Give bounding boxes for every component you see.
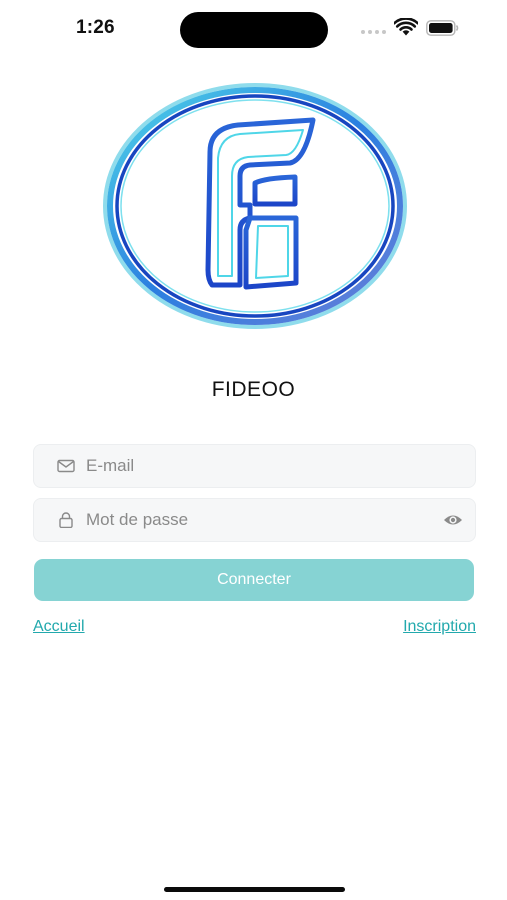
mail-icon: [57, 459, 75, 473]
cellular-signal-icon: [361, 30, 386, 34]
lock-icon: [59, 512, 73, 528]
battery-icon: [426, 20, 459, 36]
wifi-icon: [394, 18, 418, 36]
home-link[interactable]: Accueil: [33, 618, 85, 636]
eye-icon[interactable]: [443, 512, 463, 528]
app-title: FIDEOO: [211, 378, 296, 401]
email-input[interactable]: [86, 445, 426, 487]
status-bar: 1:26: [0, 0, 507, 60]
fideoo-logo-icon: [103, 83, 407, 329]
email-field[interactable]: [33, 444, 476, 488]
dynamic-island: [180, 12, 328, 48]
password-input[interactable]: [86, 499, 426, 541]
home-indicator[interactable]: [164, 887, 345, 892]
signup-link[interactable]: Inscription: [403, 618, 476, 636]
connect-button[interactable]: Connecter: [34, 559, 474, 601]
password-field[interactable]: [33, 498, 476, 542]
status-time: 1:26: [76, 17, 115, 38]
